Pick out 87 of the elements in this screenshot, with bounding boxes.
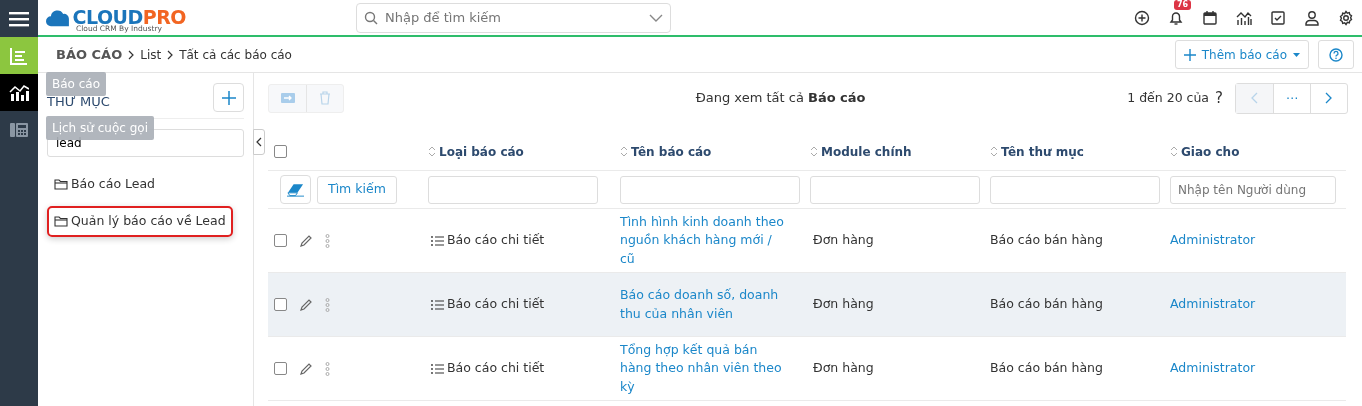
filter-field[interactable] <box>428 175 598 204</box>
checkbox-icon[interactable] <box>1270 9 1286 26</box>
settings-icon[interactable] <box>1338 9 1354 26</box>
bar-chart-icon[interactable] <box>9 82 29 103</box>
vertical-dots-icon[interactable] <box>325 297 330 312</box>
pencil-icon[interactable] <box>299 361 313 376</box>
tooltip: Báo cáo <box>46 72 107 96</box>
add-report-button[interactable]: Thêm báo cáo <box>1174 40 1309 69</box>
search-field[interactable]: Nhập để tìm kiếm <box>356 2 671 33</box>
checkbox[interactable] <box>274 234 287 247</box>
chevron-down-icon[interactable] <box>649 12 663 23</box>
sort-icon <box>1170 146 1178 157</box>
page-range: 1 đến 20 của <box>1127 88 1209 107</box>
folder-icon <box>54 215 68 228</box>
breadcrumb-item[interactable]: List <box>140 45 162 64</box>
pencil-icon[interactable] <box>299 297 313 312</box>
user-icon[interactable] <box>1304 9 1320 26</box>
list-icon <box>431 363 444 374</box>
chevron-left-icon <box>256 137 262 147</box>
module-title: BÁO CÁO <box>56 45 123 64</box>
report-type: Báo cáo chi tiết <box>447 359 545 378</box>
column-header[interactable]: Module chính <box>821 142 912 161</box>
primary-module: Đơn hàng <box>813 359 874 378</box>
help-icon <box>1329 47 1343 62</box>
folder-name: Báo cáo bán hàng <box>990 359 1103 378</box>
folder-item[interactable]: Quản lý báo cáo về Lead <box>47 205 233 237</box>
filter-field[interactable] <box>990 175 1160 204</box>
add-folder-button[interactable] <box>213 83 244 112</box>
plus-icon <box>221 90 236 105</box>
filter-field[interactable]: Nhập tên Người dùng <box>1170 175 1336 204</box>
report-name-link[interactable]: Báo cáo doanh số, doanh thu của nhân viên <box>620 286 790 323</box>
assignee-link[interactable]: Administrator <box>1170 231 1256 250</box>
column-header[interactable]: Tên thư mục <box>1001 142 1084 161</box>
sort-icon <box>428 146 436 157</box>
breadcrumb-item[interactable]: Tất cả các báo cáo <box>179 45 292 64</box>
column-header[interactable]: Loại báo cáo <box>439 142 524 161</box>
chart-icon[interactable] <box>1236 9 1252 26</box>
caret-icon <box>1293 52 1300 57</box>
list-icon <box>431 235 444 246</box>
clear-filter-button[interactable] <box>280 175 311 204</box>
vertical-dots-icon[interactable] <box>325 233 330 248</box>
tooltip: Lịch sử cuộc gọi <box>46 116 154 140</box>
chevron-right-icon <box>128 49 135 60</box>
bell-icon[interactable] <box>1168 9 1184 26</box>
assignee-link[interactable]: Administrator <box>1170 295 1256 314</box>
filter-field[interactable] <box>620 175 800 204</box>
total-count[interactable]: ? <box>1215 86 1223 110</box>
sort-icon <box>990 146 998 157</box>
checkbox[interactable] <box>274 362 287 375</box>
chevron-right-icon <box>1325 92 1333 104</box>
column-header[interactable]: Giao cho <box>1181 142 1240 161</box>
trash-icon <box>319 91 331 105</box>
help-button[interactable] <box>1318 40 1354 69</box>
plus-icon <box>1183 48 1196 61</box>
filter-field[interactable] <box>810 175 980 204</box>
notification-badge: 76 <box>1174 0 1192 11</box>
folder-item[interactable]: Báo cáo Lead <box>47 169 163 200</box>
checkbox[interactable] <box>274 298 287 311</box>
report-name-link[interactable]: Tổng hợp kết quả bán hàng theo nhân viên theo kỳ <box>620 341 790 396</box>
collapse-button[interactable] <box>253 129 265 155</box>
move-icon <box>280 93 295 103</box>
vertical-dots-icon[interactable] <box>325 361 330 376</box>
list-caption: Đang xem tất cả Báo cáo <box>694 89 866 108</box>
plus-circle-icon[interactable] <box>1134 9 1150 26</box>
list-chart-icon[interactable] <box>9 45 29 66</box>
chevron-right-icon <box>167 49 174 60</box>
pencil-icon[interactable] <box>299 233 313 248</box>
eraser-icon <box>287 182 304 197</box>
folder-name: Báo cáo bán hàng <box>990 231 1103 250</box>
report-type: Báo cáo chi tiết <box>447 295 545 314</box>
primary-module: Đơn hàng <box>813 295 874 314</box>
folder-name: Báo cáo bán hàng <box>990 295 1103 314</box>
chevron-left-icon <box>1251 92 1258 104</box>
sort-icon <box>810 146 818 157</box>
column-header[interactable]: Tên báo cáo <box>631 142 712 161</box>
assignee-link[interactable]: Administrator <box>1170 359 1256 378</box>
sort-icon <box>620 146 628 157</box>
folder-icon <box>54 178 68 191</box>
search-button[interactable]: Tìm kiếm <box>317 175 397 204</box>
menu-icon[interactable] <box>9 10 29 27</box>
report-name-link[interactable]: Tình hình kinh doanh theo nguồn khách hàng mới / cũ <box>620 213 790 268</box>
primary-module: Đơn hàng <box>813 231 874 250</box>
search-icon <box>364 10 378 25</box>
list-icon <box>431 299 444 310</box>
select-all-checkbox[interactable] <box>274 145 287 158</box>
report-type: Báo cáo chi tiết <box>447 231 545 250</box>
calendar-icon[interactable] <box>1202 9 1218 26</box>
